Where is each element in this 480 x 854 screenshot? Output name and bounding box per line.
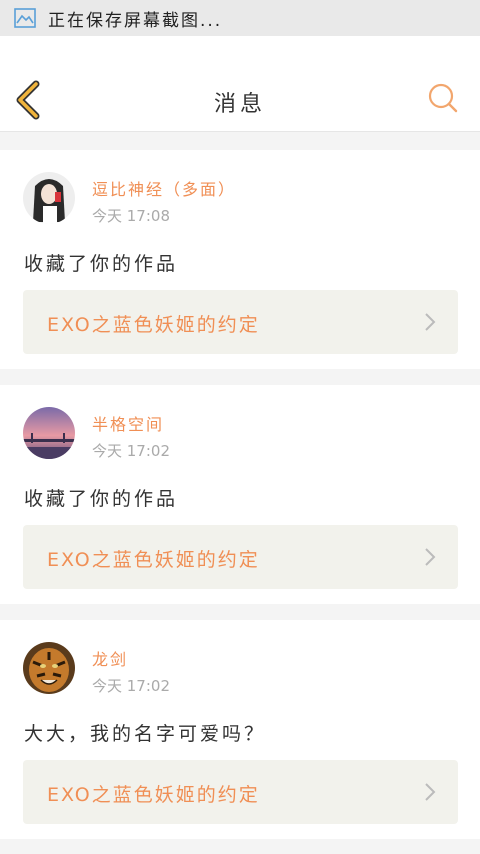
timestamp: 今天 17:08 [92,207,170,225]
avatar[interactable] [23,407,75,459]
avatar-image [23,642,75,694]
avatar[interactable] [23,642,75,694]
work-link[interactable]: EXO之蓝色妖姬的约定 [23,760,458,824]
image-icon [14,8,36,28]
avatar[interactable] [23,172,75,224]
message-card: 逗比神经（多面） 今天 17:08 收藏了你的作品 EXO之蓝色妖姬的约定 [0,150,480,369]
user-name[interactable]: 龙剑 [92,646,128,670]
chevron-right-icon [425,548,436,566]
page-title: 消息 [213,92,266,117]
chevron-right-icon [425,783,436,801]
header: 消息 [0,36,480,132]
user-name[interactable]: 半格空间 [92,411,164,435]
user-name[interactable]: 逗比神经（多面） [92,176,236,200]
avatar-image [23,172,75,224]
chevron-right-icon [425,313,436,331]
message-card: 龙剑 今天 17:02 大大，我的名字可爱吗？ EXO之蓝色妖姬的约定 [0,620,480,839]
message-card: 半格空间 今天 17:02 收藏了你的作品 EXO之蓝色妖姬的约定 [0,385,480,604]
message-text: 收藏了你的作品 [24,253,179,275]
timestamp: 今天 17:02 [92,442,170,460]
message-text: 大大，我的名字可爱吗？ [24,723,267,745]
message-text: 收藏了你的作品 [24,488,179,510]
work-title: EXO之蓝色妖姬的约定 [47,784,260,806]
work-link[interactable]: EXO之蓝色妖姬的约定 [23,290,458,354]
work-link[interactable]: EXO之蓝色妖姬的约定 [23,525,458,589]
work-title: EXO之蓝色妖姬的约定 [47,314,260,336]
status-bar: 正在保存屏幕截图... [0,0,480,36]
message-list: 逗比神经（多面） 今天 17:08 收藏了你的作品 EXO之蓝色妖姬的约定 半格… [0,150,480,854]
avatar-image [23,407,75,459]
work-title: EXO之蓝色妖姬的约定 [47,549,260,571]
search-icon[interactable] [426,82,458,114]
status-text: 正在保存屏幕截图... [48,10,223,31]
timestamp: 今天 17:02 [92,677,170,695]
